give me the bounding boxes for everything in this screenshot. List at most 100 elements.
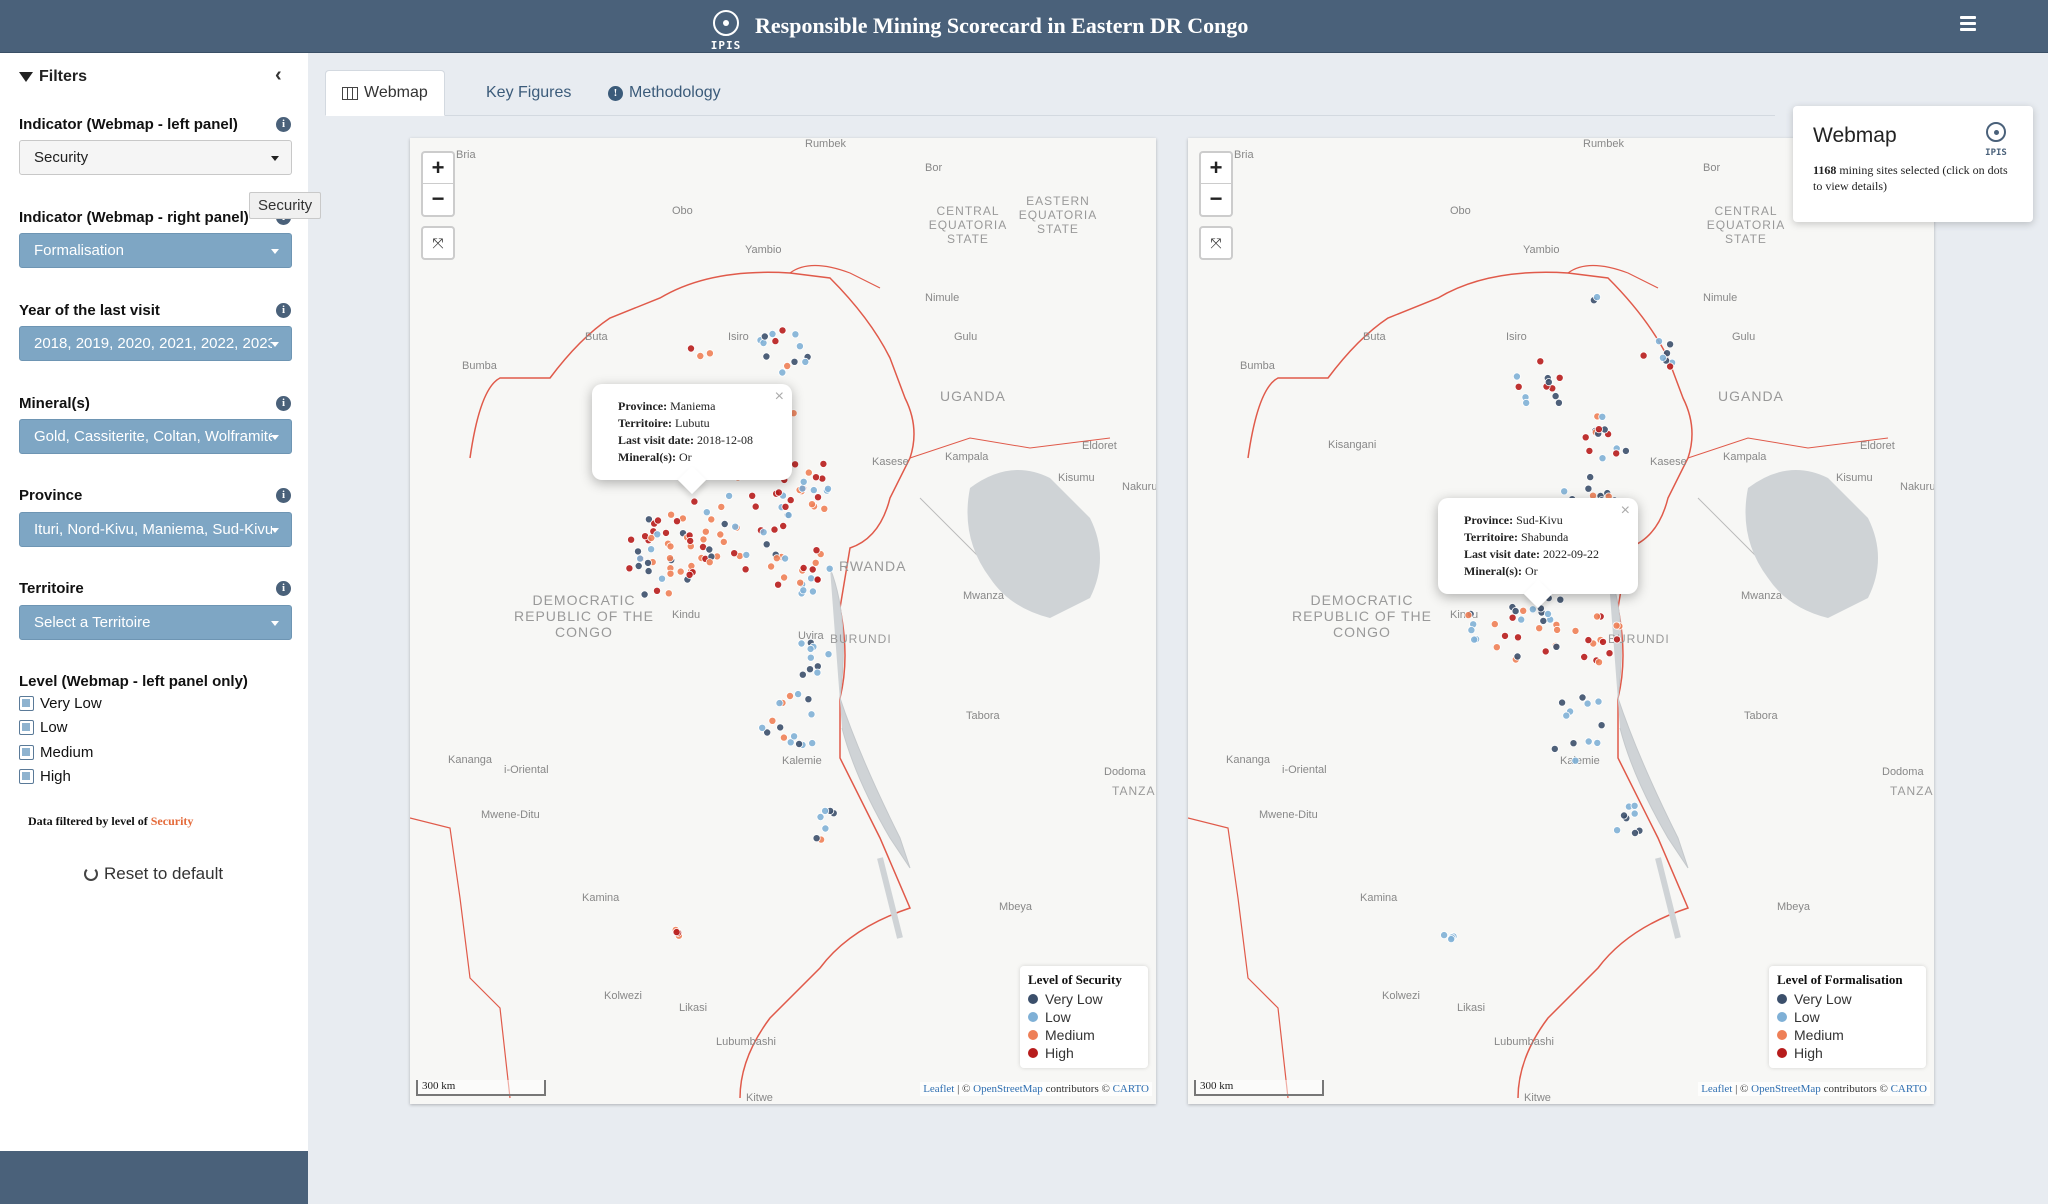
mining-site-dot[interactable] xyxy=(798,670,807,679)
mining-site-dot[interactable] xyxy=(1630,829,1639,838)
mining-site-dot[interactable] xyxy=(821,824,830,833)
mining-site-dot[interactable] xyxy=(771,337,780,346)
mining-site-dot[interactable] xyxy=(730,549,739,558)
mining-site-dot[interactable] xyxy=(666,542,675,551)
mining-site-dot[interactable] xyxy=(1594,658,1603,667)
popup-close-button[interactable]: × xyxy=(775,388,784,405)
mining-site-dot[interactable] xyxy=(707,515,716,524)
mining-site-dot[interactable] xyxy=(742,550,751,559)
mining-site-dot[interactable] xyxy=(1612,621,1621,630)
mining-site-dot[interactable] xyxy=(767,562,776,571)
mining-site-dot[interactable] xyxy=(808,587,817,596)
info-icon[interactable]: i xyxy=(276,303,291,318)
mining-site-dot[interactable] xyxy=(759,338,768,347)
year-select[interactable]: 2018, 2019, 2020, 2021, 2022, 2023 xyxy=(19,326,292,361)
level-checkbox-medium[interactable]: Medium xyxy=(19,744,93,761)
mining-site-dot[interactable] xyxy=(825,564,834,573)
mining-site-dot[interactable] xyxy=(1580,653,1589,662)
mining-site-dot[interactable] xyxy=(799,477,808,486)
mining-site-dot[interactable] xyxy=(824,650,833,659)
mining-site-dot[interactable] xyxy=(1612,635,1621,644)
mining-site-dot[interactable] xyxy=(779,733,788,742)
mining-site-dot[interactable] xyxy=(1551,392,1560,401)
minerals-select[interactable]: Gold, Cassiterite, Coltan, Wolframite xyxy=(19,419,292,454)
mining-site-dot[interactable] xyxy=(798,484,807,493)
mining-site-dot[interactable] xyxy=(705,545,714,554)
mining-site-dot[interactable] xyxy=(786,496,795,505)
mining-site-dot[interactable] xyxy=(664,589,673,598)
mining-site-dot[interactable] xyxy=(661,528,670,537)
mining-site-dot[interactable] xyxy=(1556,595,1565,604)
mining-site-dot[interactable] xyxy=(1543,609,1552,618)
info-icon[interactable]: i xyxy=(276,581,291,596)
mining-site-dot[interactable] xyxy=(759,528,768,537)
mining-site-dot[interactable] xyxy=(731,522,740,531)
mining-site-dot[interactable] xyxy=(1544,378,1553,387)
mining-site-dot[interactable] xyxy=(666,569,675,578)
mining-site-dot[interactable] xyxy=(1550,744,1559,753)
mining-sites-layer[interactable] xyxy=(1188,138,1934,1104)
mining-site-dot[interactable] xyxy=(705,349,714,358)
mining-site-dot[interactable] xyxy=(790,357,799,366)
mining-site-dot[interactable] xyxy=(636,554,645,563)
mining-site-dot[interactable] xyxy=(808,565,817,574)
mining-site-dot[interactable] xyxy=(781,502,790,511)
mining-site-dot[interactable] xyxy=(1519,606,1528,615)
mining-sites-layer[interactable] xyxy=(410,138,1156,1104)
mining-site-dot[interactable] xyxy=(794,690,803,699)
mining-site-dot[interactable] xyxy=(643,558,652,567)
mining-site-dot[interactable] xyxy=(1500,631,1509,640)
webmap-right[interactable]: + − ⤧ Rumbek Bor Bria Obo Yambio Nimule … xyxy=(1188,138,1934,1104)
indicator-right-select[interactable]: Formalisation xyxy=(19,233,292,268)
mining-site-dot[interactable] xyxy=(644,567,653,576)
mining-site-dot[interactable] xyxy=(665,554,674,563)
mining-site-dot[interactable] xyxy=(1613,826,1622,835)
mining-site-dot[interactable] xyxy=(1658,353,1667,362)
mining-site-dot[interactable] xyxy=(1512,372,1521,381)
mining-site-dot[interactable] xyxy=(1560,487,1569,496)
mining-site-dot[interactable] xyxy=(1571,626,1580,635)
mining-site-dot[interactable] xyxy=(701,527,710,536)
mining-site-dot[interactable] xyxy=(1584,737,1593,746)
mining-site-dot[interactable] xyxy=(1581,433,1590,442)
mining-site-dot[interactable] xyxy=(1513,633,1522,642)
mining-site-dot[interactable] xyxy=(821,806,830,815)
osm-link[interactable]: OpenStreetMap xyxy=(973,1083,1043,1095)
mining-site-dot[interactable] xyxy=(820,504,829,513)
mining-site-dot[interactable] xyxy=(1528,605,1537,614)
info-icon[interactable]: i xyxy=(276,117,291,132)
carto-link[interactable]: CARTO xyxy=(1113,1083,1149,1095)
mining-site-dot[interactable] xyxy=(653,530,662,539)
mining-site-dot[interactable] xyxy=(811,558,820,567)
tab-methodology[interactable]: ! Methodology xyxy=(592,70,737,116)
mining-site-dot[interactable] xyxy=(1571,756,1580,765)
mining-site-dot[interactable] xyxy=(813,493,822,502)
mining-site-dot[interactable] xyxy=(806,653,815,662)
mining-site-dot[interactable] xyxy=(807,710,816,719)
mining-site-dot[interactable] xyxy=(1585,446,1594,455)
mining-site-dot[interactable] xyxy=(805,665,814,674)
mining-site-dot[interactable] xyxy=(816,813,825,822)
mining-site-dot[interactable] xyxy=(809,486,818,495)
mining-site-dot[interactable] xyxy=(799,586,808,595)
mining-site-dot[interactable] xyxy=(1536,357,1545,366)
mining-site-dot[interactable] xyxy=(813,668,822,677)
mining-site-dot[interactable] xyxy=(1535,624,1544,633)
webmap-left[interactable]: + − ⤧ Rumbek Bor Bria Obo Yambio Nimule … xyxy=(410,138,1156,1104)
mining-site-dot[interactable] xyxy=(1612,449,1621,458)
mining-site-dot[interactable] xyxy=(768,329,777,338)
mining-site-dot[interactable] xyxy=(685,570,694,579)
mining-site-dot[interactable] xyxy=(768,716,777,725)
mining-site-dot[interactable] xyxy=(1562,711,1571,720)
mining-site-dot[interactable] xyxy=(791,330,800,339)
mining-site-dot[interactable] xyxy=(1447,935,1456,944)
mining-site-dot[interactable] xyxy=(784,511,793,520)
mining-site-dot[interactable] xyxy=(781,554,790,563)
mining-site-dot[interactable] xyxy=(812,546,821,555)
leaflet-link[interactable]: Leaflet xyxy=(923,1083,954,1095)
mining-site-dot[interactable] xyxy=(1554,398,1563,407)
mining-site-dot[interactable] xyxy=(1584,484,1593,493)
mining-site-dot[interactable] xyxy=(807,574,816,583)
mining-site-dot[interactable] xyxy=(686,536,695,545)
mining-site-dot[interactable] xyxy=(1592,293,1601,302)
